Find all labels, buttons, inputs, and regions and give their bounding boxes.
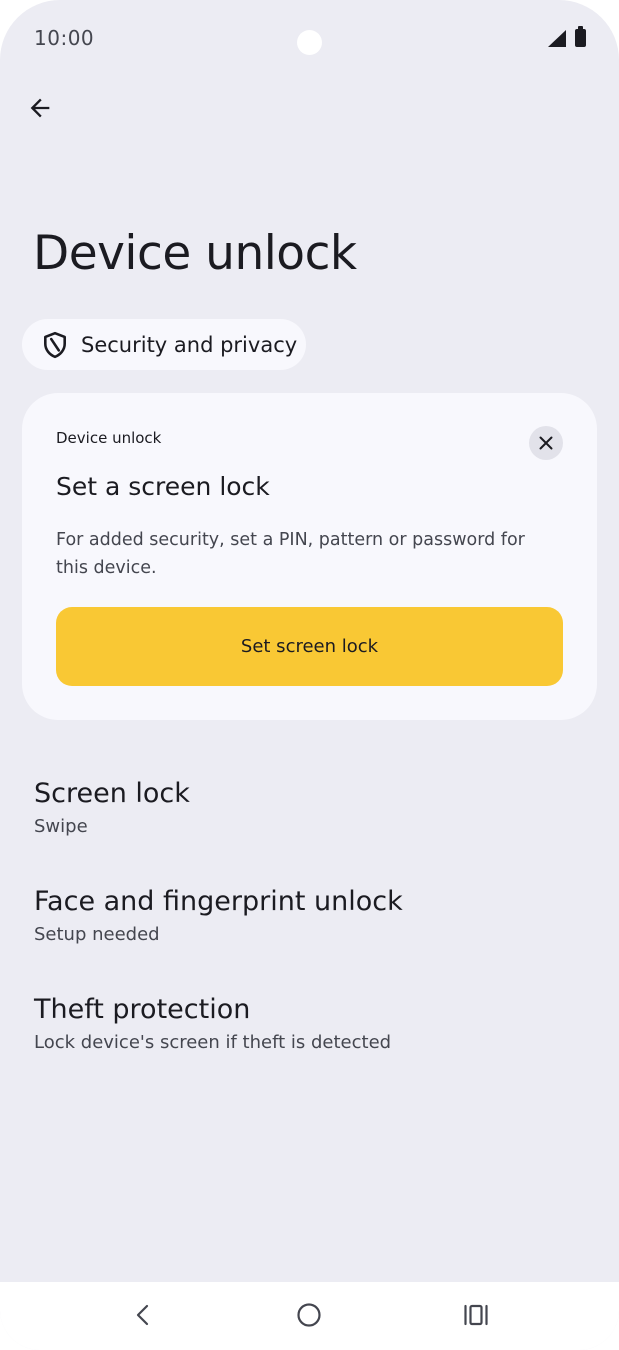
settings-item-subtitle: Setup needed xyxy=(34,924,160,945)
back-button[interactable] xyxy=(14,82,66,134)
nav-recents-icon xyxy=(464,1304,488,1326)
dismiss-card-button[interactable] xyxy=(529,426,563,460)
settings-item-subtitle: Swipe xyxy=(34,816,88,837)
battery-icon xyxy=(575,26,586,47)
settings-item-subtitle: Lock device's screen if theft is detecte… xyxy=(34,1032,392,1053)
page-title: Device unlock xyxy=(33,226,357,281)
settings-item-theft-protection[interactable]: Theft protection Lock device's screen if… xyxy=(0,976,619,1084)
settings-item-title: Screen lock xyxy=(34,778,190,809)
nav-home-button[interactable] xyxy=(284,1292,334,1338)
settings-item-face-and-fingerprint-unlock[interactable]: Face and fingerprint unlock Setup needed xyxy=(0,868,619,976)
set-screen-lock-card: Device unlock Set a screen lock For adde… xyxy=(22,393,597,720)
arrow-back-icon xyxy=(30,98,50,118)
status-bar: 10:00 xyxy=(0,0,619,80)
card-title: Set a screen lock xyxy=(56,472,270,501)
phone-screen: 10:00 Device unlock Security and privacy… xyxy=(0,0,619,1350)
nav-recents-button[interactable] xyxy=(451,1292,501,1338)
settings-item-title: Theft protection xyxy=(34,994,251,1025)
settings-item-title: Face and fingerprint unlock xyxy=(34,886,403,917)
navigation-bar xyxy=(0,1282,619,1350)
breadcrumb-chip-security-and-privacy[interactable]: Security and privacy xyxy=(22,319,306,370)
settings-item-screen-lock[interactable]: Screen lock Swipe xyxy=(0,760,619,868)
close-icon xyxy=(539,436,553,450)
card-eyebrow: Device unlock xyxy=(56,429,162,447)
nav-home-icon xyxy=(297,1303,321,1327)
settings-list: Screen lock Swipe Face and fingerprint u… xyxy=(0,760,619,1084)
shield-icon xyxy=(44,331,66,358)
set-screen-lock-button[interactable]: Set screen lock xyxy=(56,607,563,686)
card-description: For added security, set a PIN, pattern o… xyxy=(56,530,525,578)
nav-back-button[interactable] xyxy=(118,1292,168,1338)
cell-signal-icon xyxy=(548,30,566,47)
status-time: 10:00 xyxy=(34,26,95,50)
nav-back-icon xyxy=(136,1304,149,1326)
camera-cutout xyxy=(297,30,322,55)
breadcrumb-label: Security and privacy xyxy=(81,332,298,357)
